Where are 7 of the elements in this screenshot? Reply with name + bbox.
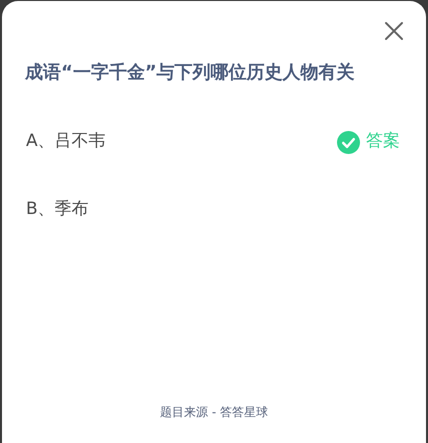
question-title: 成语“一字千金”与下列哪位历史人物有关 — [25, 61, 356, 85]
option-text[interactable]: A、吕不韦 — [26, 129, 106, 155]
close-icon[interactable] — [384, 21, 404, 41]
answer-label: 答案 — [366, 130, 400, 154]
option-text[interactable]: B、季布 — [26, 197, 89, 223]
check-icon — [337, 130, 360, 154]
source-footer: 题目来源 - 答答星球 — [160, 403, 268, 421]
